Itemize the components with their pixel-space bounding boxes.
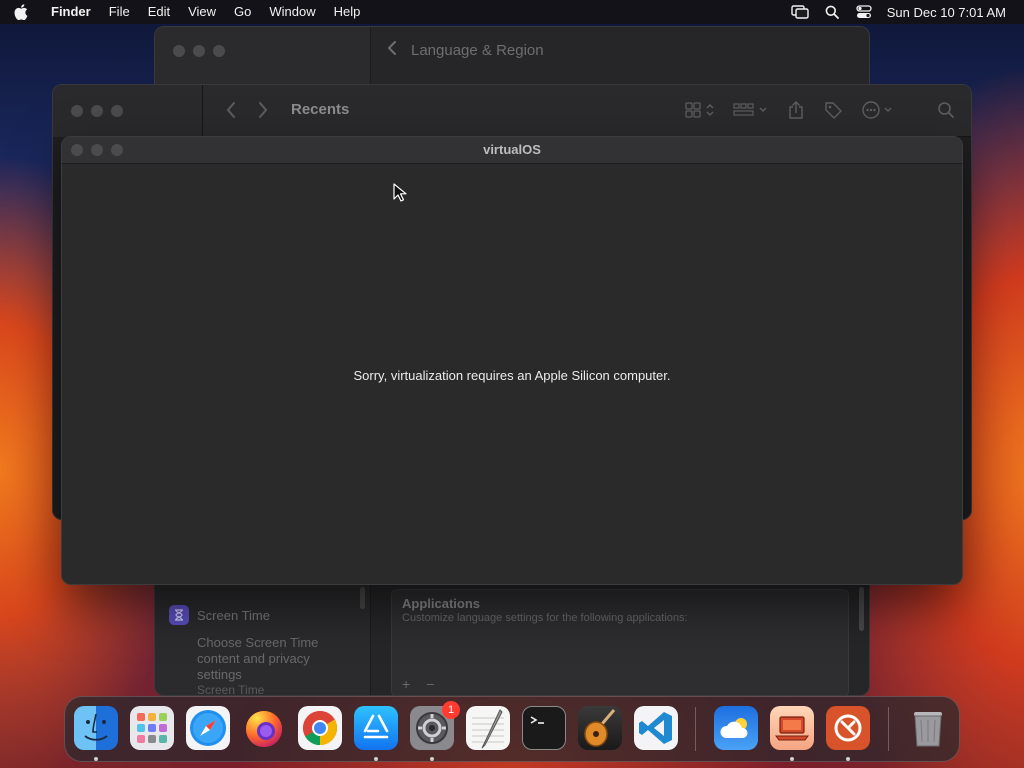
dock-weather[interactable] <box>714 706 758 750</box>
finder-sidebar-header <box>53 85 203 137</box>
apple-menu-icon[interactable] <box>10 4 32 20</box>
sidebar-item-screen-time[interactable]: Screen Time <box>169 605 270 625</box>
share-icon[interactable] <box>787 99 805 121</box>
launchpad-grid-icon <box>137 713 167 743</box>
settings-title-row: Language & Region <box>387 41 544 59</box>
minimize-button[interactable] <box>193 45 205 57</box>
navigation-buttons <box>225 101 269 124</box>
dock-separator <box>695 707 696 751</box>
virtualos-titlebar: virtualOS <box>62 137 962 164</box>
applications-heading: Applications <box>402 596 481 611</box>
finder-face-icon <box>84 713 108 741</box>
dock-running-indicator <box>94 757 98 761</box>
terminal-prompt-icon <box>530 716 544 724</box>
window-title: virtualOS <box>483 142 541 157</box>
settings-scrollbar[interactable] <box>859 587 864 631</box>
zoom-button[interactable] <box>111 105 123 117</box>
menu-help[interactable]: Help <box>325 0 370 24</box>
zoom-button[interactable] <box>213 45 225 57</box>
dock-running-indicator <box>790 757 794 761</box>
sidebar-item-description: Choose Screen Time content and privacy s… <box>197 635 319 682</box>
menu-view[interactable]: View <box>179 0 225 24</box>
guitar-icon <box>584 709 616 747</box>
safari-compass-icon <box>190 710 226 746</box>
vscode-icon <box>639 712 672 744</box>
dock-garageband[interactable] <box>578 706 622 750</box>
more-actions-icon[interactable] <box>861 99 897 121</box>
dock-running-indicator <box>846 757 850 761</box>
dock-launchpad[interactable] <box>130 706 174 750</box>
screen-mirroring-icon[interactable] <box>791 3 809 21</box>
dock-visual-studio-code[interactable] <box>634 706 678 750</box>
weather-cloud-icon <box>720 718 748 738</box>
app-store-icon <box>363 714 389 739</box>
back-chevron-icon[interactable] <box>387 41 397 59</box>
menu-file[interactable]: File <box>100 0 139 24</box>
remove-application-button[interactable]: − <box>426 676 434 692</box>
virtualos-window: virtualOS Sorry, virtualization requires… <box>61 136 963 585</box>
dock-microsoft-remote-desktop[interactable] <box>826 706 870 750</box>
mouse-pointer-icon <box>393 183 407 208</box>
finder-toolbar: Recents <box>203 85 971 137</box>
toolbar-actions <box>685 99 955 121</box>
dock-running-indicator <box>430 757 434 761</box>
menu-edit[interactable]: Edit <box>139 0 179 24</box>
tag-icon[interactable] <box>823 99 843 121</box>
dock: 1 <box>64 696 960 762</box>
applications-panel: Applications Customize language settings… <box>391 589 849 695</box>
firefox-icon <box>246 711 282 747</box>
back-icon[interactable] <box>225 101 237 124</box>
finder-location-title: Recents <box>291 101 350 118</box>
notification-badge: 1 <box>442 701 460 719</box>
menu-clock[interactable]: Sun Dec 10 7:01 AM <box>887 5 1006 20</box>
close-button[interactable] <box>173 45 185 57</box>
dock-system-settings[interactable]: 1 <box>410 701 460 750</box>
close-button[interactable] <box>71 105 83 117</box>
dock-running-indicator <box>374 757 378 761</box>
dock-app-store[interactable] <box>354 706 398 750</box>
sidebar-item-label: Screen Time <box>197 607 270 623</box>
spotlight-search-icon[interactable] <box>823 3 841 21</box>
sidebar-item-label-next: Screen Time <box>197 683 265 696</box>
dock-google-chrome[interactable] <box>298 706 342 750</box>
dock-textedit[interactable] <box>466 706 510 750</box>
minimize-button[interactable] <box>91 105 103 117</box>
menu-window[interactable]: Window <box>260 0 324 24</box>
search-icon[interactable] <box>937 99 955 121</box>
applications-list-controls: + − <box>402 676 434 692</box>
dock-separator <box>888 707 889 751</box>
settings-page-title: Language & Region <box>411 41 544 59</box>
dock-firefox[interactable] <box>242 706 286 750</box>
menu-go[interactable]: Go <box>225 0 260 24</box>
status-area: Sun Dec 10 7:01 AM <box>791 3 1014 21</box>
error-message: Sorry, virtualization requires an Apple … <box>353 368 671 383</box>
remote-desktop-icon <box>834 714 862 742</box>
sidebar-scrollbar[interactable] <box>360 587 365 609</box>
dock-terminal[interactable] <box>522 706 566 750</box>
add-application-button[interactable]: + <box>402 676 410 692</box>
menu-bar: Finder File Edit View Go Window Help Sun… <box>0 0 1024 24</box>
window-controls <box>71 105 123 117</box>
trash-icon <box>914 712 942 747</box>
laptop-icon <box>775 716 809 741</box>
menu-app-finder[interactable]: Finder <box>42 0 100 24</box>
textedit-page-icon <box>472 709 504 749</box>
group-icon[interactable] <box>733 99 769 121</box>
dock-virtualos[interactable] <box>770 706 814 750</box>
icon-view-icon[interactable] <box>685 99 715 121</box>
dock-safari[interactable] <box>186 706 230 750</box>
applications-description: Customize language settings for the foll… <box>402 612 688 624</box>
hourglass-icon <box>169 605 189 625</box>
control-center-icon[interactable] <box>855 3 873 21</box>
forward-icon[interactable] <box>257 101 269 124</box>
window-controls <box>173 45 225 57</box>
chrome-icon <box>303 711 337 745</box>
dock-trash[interactable] <box>906 706 950 750</box>
dock-finder[interactable] <box>74 706 118 750</box>
